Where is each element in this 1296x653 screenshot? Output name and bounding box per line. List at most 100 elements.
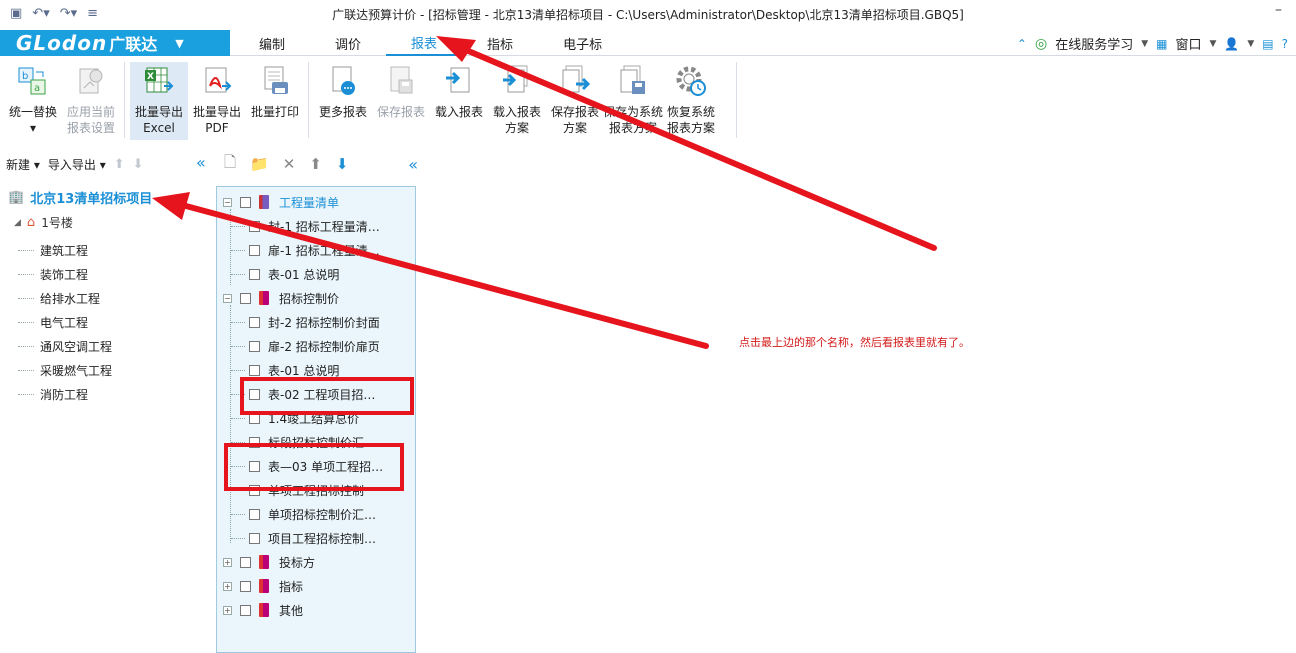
report-checkbox[interactable] (249, 508, 260, 520)
report-group-title: 其他 (279, 603, 304, 618)
online-service-link[interactable]: 在线服务学习 (1055, 34, 1133, 53)
ribbon-label: 批量打印 (250, 105, 299, 119)
ribbon-label: 批量导出 Excel (134, 105, 183, 135)
chevron-down-icon[interactable]: ▼ (175, 37, 183, 50)
report-group-title: 工程量清单 (279, 195, 340, 210)
expand-toggle-icon[interactable]: + (223, 581, 232, 591)
delete-icon[interactable]: ✕ (283, 155, 296, 173)
report-checkbox[interactable] (240, 580, 251, 592)
restore-system-scheme-button[interactable]: 恢复系统 报表方案 (662, 62, 720, 140)
new-report-icon[interactable]: 🗋 (224, 152, 236, 177)
batch-export-pdf-button[interactable]: 批量导出 PDF (188, 62, 246, 140)
new-folder-icon[interactable]: 📁 (250, 155, 269, 173)
project-root-node[interactable]: 🏢 北京13清单招标项目 (8, 188, 152, 207)
report-item[interactable]: 表-01 总说明 (231, 262, 339, 286)
move-down-icon[interactable]: ⬇ (336, 155, 349, 173)
new-menu[interactable]: 新建 ▾ (6, 156, 40, 173)
expand-triangle-icon[interactable]: ◢ (14, 218, 21, 228)
building-project-icon: 🏢 (8, 190, 25, 205)
import-export-menu[interactable]: 导入导出 ▾ (48, 156, 106, 173)
expand-toggle-icon[interactable]: + (223, 557, 232, 567)
list-item[interactable]: 通风空调工程 (18, 334, 112, 358)
report-item[interactable]: 扉-2 招标控制价扉页 (231, 334, 380, 358)
load-report-scheme-button[interactable]: 载入报表 方案 (488, 62, 546, 140)
project-tree-panel: 新建 ▾ 导入导出 ▾ ⬆ ⬇ « 🏢 北京13清单招标项目 ◢ ⌂ 1号楼 建… (0, 150, 214, 653)
report-item[interactable]: 单项招标控制价汇… (231, 502, 376, 526)
user-icon[interactable]: 👤 (1224, 37, 1239, 51)
list-item[interactable]: 电气工程 (18, 310, 112, 334)
report-item[interactable]: 封-2 招标控制价封面 (231, 310, 380, 334)
list-item[interactable]: 建筑工程 (18, 238, 112, 262)
message-icon[interactable]: ▤ (1262, 37, 1273, 51)
collapse-panel-icon[interactable]: « (408, 155, 418, 174)
move-up-icon[interactable]: ⬆ (114, 157, 125, 172)
collapse-toggle-icon[interactable]: − (223, 197, 232, 207)
tab-dianzibiao[interactable]: 电子标 (538, 30, 627, 56)
report-checkbox[interactable] (249, 340, 260, 352)
report-group-qita[interactable]: + 其他 (223, 598, 303, 622)
report-checkbox[interactable] (240, 604, 251, 616)
list-item[interactable]: 消防工程 (18, 382, 112, 406)
report-checkbox[interactable] (240, 196, 251, 208)
tab-bianzhi[interactable]: 编制 (234, 30, 310, 56)
minimize-button[interactable]: – (1275, 2, 1282, 18)
move-down-icon[interactable]: ⬇ (133, 157, 144, 172)
batch-print-button[interactable]: 批量打印 (246, 62, 304, 140)
report-group-zhibiao[interactable]: + 指标 (223, 574, 303, 598)
move-up-icon[interactable]: ⬆ (309, 155, 322, 173)
brand-menu[interactable]: GLodon 广联达 ▼ (0, 30, 230, 56)
list-item[interactable]: 采暖燃气工程 (18, 358, 112, 382)
collapse-panel-icon[interactable]: « (196, 153, 206, 172)
report-checkbox[interactable] (249, 244, 260, 256)
report-item[interactable]: 项目工程招标控制… (231, 526, 376, 550)
more-reports-button[interactable]: 更多报表 (314, 62, 372, 140)
report-checkbox[interactable] (240, 292, 251, 304)
tab-baobiao[interactable]: 报表 (386, 30, 463, 56)
more-reports-icon (332, 66, 355, 95)
load-report-button[interactable]: 载入报表 (430, 62, 488, 140)
report-book-icon (259, 555, 269, 569)
ribbon-group-edit: b a 统一替换 ▾ 应用当前 报表设置 (4, 62, 120, 140)
chevron-down-icon[interactable]: ▼ (1209, 39, 1216, 49)
ribbon-group-export: X 批量导出 Excel 批量导出 PDF 批量打印 (130, 62, 304, 140)
batch-export-excel-button[interactable]: X 批量导出 Excel (130, 62, 188, 140)
apply-report-settings-button[interactable]: 应用当前 报表设置 (62, 62, 120, 140)
chevron-down-icon[interactable]: ▼ (1141, 39, 1148, 49)
ribbon-group-report: 更多报表 保存报表 载入报表 载入报表 方案 保存报表 方案 保存为系统 报表方… (314, 62, 720, 140)
window-title: 广联达预算计价 - [招标管理 - 北京13清单招标项目 - C:\Users\… (332, 8, 964, 22)
building-node[interactable]: ◢ ⌂ 1号楼 (14, 214, 73, 231)
list-item[interactable]: 给排水工程 (18, 286, 112, 310)
report-item[interactable]: 封-1 招标工程量清… (231, 214, 380, 238)
chevron-down-icon[interactable]: ▼ (1247, 39, 1254, 49)
collapse-toggle-icon[interactable]: − (223, 293, 232, 303)
list-item[interactable]: 装饰工程 (18, 262, 112, 286)
help-icon[interactable]: ? (1282, 37, 1288, 51)
report-group-qingdan[interactable]: − 工程量清单 (223, 190, 339, 214)
report-group-kongzhijia[interactable]: − 招标控制价 (223, 286, 339, 310)
ribbon-divider (124, 62, 125, 138)
unify-replace-button[interactable]: b a 统一替换 ▾ (4, 62, 62, 140)
ribbon-label: 载入报表 (434, 105, 483, 119)
tab-zhibiao[interactable]: 指标 (462, 30, 538, 56)
report-checkbox[interactable] (249, 220, 260, 232)
collapse-ribbon-icon[interactable]: ⌃ (1017, 37, 1027, 51)
report-checkbox[interactable] (249, 532, 260, 544)
window-menu[interactable]: 窗口 (1175, 34, 1201, 53)
svg-text:X: X (147, 72, 154, 82)
save-report-scheme-button[interactable]: 保存报表 方案 (546, 62, 604, 140)
save-system-scheme-button[interactable]: 保存为系统 报表方案 (603, 62, 663, 140)
report-book-icon (259, 579, 269, 593)
report-checkbox[interactable] (249, 316, 260, 328)
report-group-toubiaofang[interactable]: + 投标方 (223, 550, 315, 574)
expand-toggle-icon[interactable]: + (223, 605, 232, 615)
report-checkbox[interactable] (240, 556, 251, 568)
ribbon-label: 载入报表 方案 (492, 105, 541, 135)
save-report-button[interactable]: 保存报表 (372, 62, 430, 140)
report-group-title: 投标方 (279, 555, 316, 570)
ribbon-label: 更多报表 (318, 105, 367, 119)
report-item[interactable]: 扉-1 招标工程量清… (231, 238, 380, 262)
report-checkbox[interactable] (249, 364, 260, 376)
report-checkbox[interactable] (249, 268, 260, 280)
save-system-icon (620, 65, 645, 94)
tab-tiaojia[interactable]: 调价 (310, 30, 386, 56)
